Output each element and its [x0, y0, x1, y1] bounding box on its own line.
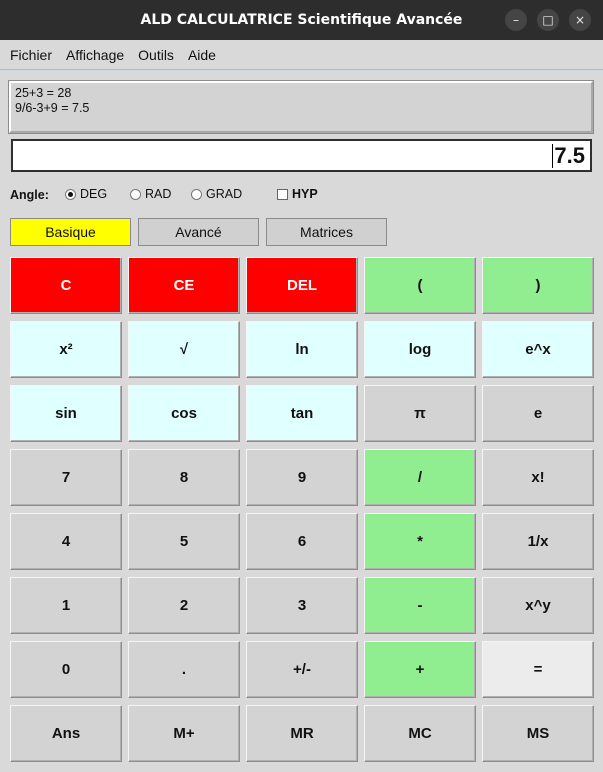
- add-button[interactable]: +: [364, 641, 476, 698]
- digit-5-button[interactable]: 5: [128, 513, 240, 570]
- digit-0-button[interactable]: 0: [10, 641, 122, 698]
- clear-entry-button[interactable]: CE: [128, 257, 240, 314]
- angle-mode-row: Angle: DEG RAD GRAD HYP: [10, 186, 600, 204]
- radio-deg-label: DEG: [80, 187, 108, 201]
- sin-button[interactable]: sin: [10, 385, 122, 442]
- reciprocal-button[interactable]: 1/x: [482, 513, 594, 570]
- answer-button[interactable]: Ans: [10, 705, 122, 762]
- menu-fichier[interactable]: Fichier: [10, 47, 52, 63]
- divide-button[interactable]: /: [364, 449, 476, 506]
- angle-label: Angle:: [10, 188, 49, 202]
- radio-rad-icon: [130, 188, 141, 200]
- menu-outils[interactable]: Outils: [138, 47, 174, 63]
- window-title: ALD CALCULATRICE Scientifique Avancée: [140, 12, 463, 28]
- digit-8-button[interactable]: 8: [128, 449, 240, 506]
- log-button[interactable]: log: [364, 321, 476, 378]
- ln-button[interactable]: ln: [246, 321, 358, 378]
- digit-1-button[interactable]: 1: [10, 577, 122, 634]
- maximize-button[interactable]: □: [537, 9, 559, 31]
- radio-rad[interactable]: RAD: [130, 187, 171, 201]
- exp-button[interactable]: e^x: [482, 321, 594, 378]
- digit-4-button[interactable]: 4: [10, 513, 122, 570]
- multiply-button[interactable]: *: [364, 513, 476, 570]
- negate-button[interactable]: +/-: [246, 641, 358, 698]
- minimize-button[interactable]: –: [505, 9, 527, 31]
- history-line: 9/6-3+9 = 7.5: [15, 101, 90, 115]
- menu-aide[interactable]: Aide: [188, 47, 216, 63]
- euler-button[interactable]: e: [482, 385, 594, 442]
- digit-7-button[interactable]: 7: [10, 449, 122, 506]
- memory-recall-button[interactable]: MR: [246, 705, 358, 762]
- main-display[interactable]: 7.5: [11, 139, 592, 172]
- tab-basique[interactable]: Basique: [10, 218, 131, 246]
- memory-store-button[interactable]: MS: [482, 705, 594, 762]
- menu-bar: Fichier Affichage Outils Aide: [0, 40, 603, 70]
- close-paren-button[interactable]: ): [482, 257, 594, 314]
- sqrt-button[interactable]: √: [128, 321, 240, 378]
- calculator-body: 25+3 = 28 9/6-3+9 = 7.5 7.5 Angle: DEG R…: [0, 71, 603, 772]
- close-button[interactable]: ×: [569, 9, 591, 31]
- tab-matrices[interactable]: Matrices: [266, 218, 387, 246]
- radio-deg-icon: [65, 188, 76, 200]
- delete-button[interactable]: DEL: [246, 257, 358, 314]
- hyp-checkbox[interactable]: HYP: [277, 187, 318, 201]
- hyp-label: HYP: [292, 187, 318, 201]
- checkbox-icon: [277, 188, 288, 200]
- digit-3-button[interactable]: 3: [246, 577, 358, 634]
- history-panel[interactable]: 25+3 = 28 9/6-3+9 = 7.5: [8, 80, 594, 134]
- radio-deg[interactable]: DEG: [65, 187, 107, 201]
- digit-2-button[interactable]: 2: [128, 577, 240, 634]
- window-controls: – □ ×: [505, 9, 591, 31]
- open-paren-button[interactable]: (: [364, 257, 476, 314]
- equals-button[interactable]: =: [482, 641, 594, 698]
- square-button[interactable]: x²: [10, 321, 122, 378]
- radio-grad-icon: [191, 188, 202, 200]
- power-button[interactable]: x^y: [482, 577, 594, 634]
- cos-button[interactable]: cos: [128, 385, 240, 442]
- factorial-button[interactable]: x!: [482, 449, 594, 506]
- memory-clear-button[interactable]: MC: [364, 705, 476, 762]
- tan-button[interactable]: tan: [246, 385, 358, 442]
- menu-affichage[interactable]: Affichage: [66, 47, 124, 63]
- display-value: 7.5: [554, 142, 585, 168]
- clear-button[interactable]: C: [10, 257, 122, 314]
- radio-rad-label: RAD: [145, 187, 172, 201]
- digit-9-button[interactable]: 9: [246, 449, 358, 506]
- tab-avance[interactable]: Avancé: [138, 218, 259, 246]
- subtract-button[interactable]: -: [364, 577, 476, 634]
- decimal-point-button[interactable]: .: [128, 641, 240, 698]
- title-bar: ALD CALCULATRICE Scientifique Avancée – …: [0, 0, 603, 40]
- pi-button[interactable]: π: [364, 385, 476, 442]
- radio-grad-label: GRAD: [206, 187, 243, 201]
- digit-6-button[interactable]: 6: [246, 513, 358, 570]
- keypad: C CE DEL ( ) x² √ ln log e^x sin cos tan…: [10, 257, 594, 762]
- text-cursor: [552, 143, 554, 168]
- memory-add-button[interactable]: M+: [128, 705, 240, 762]
- history-line: 25+3 = 28: [15, 86, 72, 100]
- radio-grad[interactable]: GRAD: [191, 187, 242, 201]
